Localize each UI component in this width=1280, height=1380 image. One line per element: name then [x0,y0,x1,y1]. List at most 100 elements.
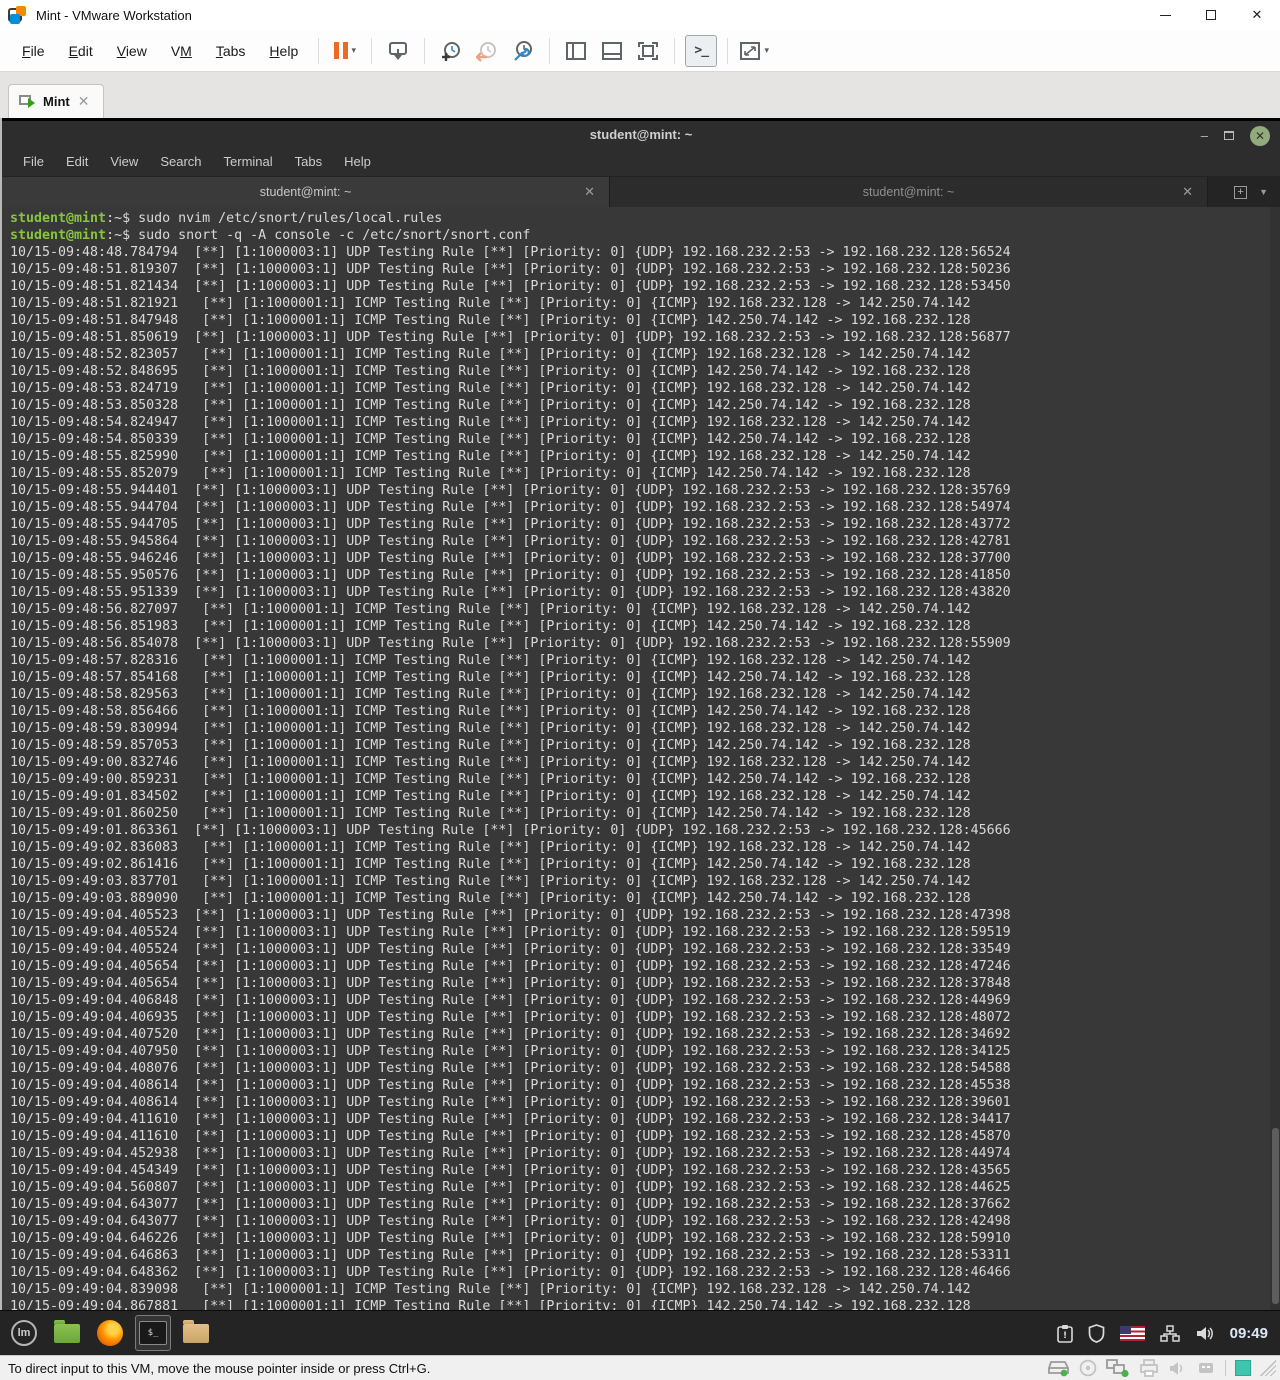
clipboard-tray-icon[interactable]: ! [1057,1324,1073,1343]
window-maximize-button[interactable] [1188,0,1234,30]
log-line: 10/15-09:49:04.560807 [**] [1:1000003:1]… [10,1179,1280,1196]
log-line: 10/15-09:49:01.863361 [**] [1:1000003:1]… [10,822,1280,839]
log-line: 10/15-09:49:00.859231 [**] [1:1000001:1]… [10,771,1280,788]
taskbar-terminal-icon[interactable]: $_ [135,1315,171,1351]
terminal-tab-2[interactable]: student@mint: ~ ✕ [610,177,1208,207]
log-line: 10/15-09:49:04.407950 [**] [1:1000003:1]… [10,1043,1280,1060]
log-line: 10/15-09:49:04.643077 [**] [1:1000003:1]… [10,1213,1280,1230]
menu-item-file[interactable]: File [12,154,55,169]
window-title: Mint - VMware Workstation [36,8,192,23]
vm-tab-close-icon[interactable]: ✕ [78,93,90,110]
taskbar-files-green-icon[interactable] [49,1315,85,1351]
terminal-tabbar: student@mint: ~ ✕ student@mint: ~ ✕ + ▼ [2,177,1280,207]
fit-guest-button[interactable]: ▾ [738,35,770,67]
mint-logo-icon: lm [11,1320,37,1346]
shield-tray-icon[interactable] [1088,1324,1105,1343]
volume-tray-icon[interactable] [1195,1325,1215,1342]
log-line: 10/15-09:48:55.946246 [**] [1:1000003:1]… [10,550,1280,567]
log-line: 10/15-09:48:51.847948 [**] [1:1000001:1]… [10,312,1280,329]
revert-snapshot-button[interactable] [471,35,503,67]
log-line: 10/15-09:48:56.854078 [**] [1:1000003:1]… [10,635,1280,652]
manage-snapshots-button[interactable] [507,35,539,67]
menu-item-file[interactable]: File [10,43,57,59]
log-line: 10/15-09:48:53.850328 [**] [1:1000001:1]… [10,397,1280,414]
log-line: 10/15-09:49:03.889090 [**] [1:1000001:1]… [10,890,1280,907]
menu-item-view[interactable]: View [105,43,159,59]
new-tab-icon[interactable]: + [1234,186,1247,199]
prompt-line: student@mint:~$ sudo snort -q -A console… [10,227,1280,244]
terminal-minimize-button[interactable]: – [1201,128,1208,143]
chevron-down-icon[interactable]: ▾ [351,45,356,56]
log-line: 10/15-09:49:04.408076 [**] [1:1000003:1]… [10,1060,1280,1077]
menu-item-vm[interactable]: VM [159,43,204,59]
taskbar-firefox-icon[interactable] [92,1315,128,1351]
log-line: 10/15-09:48:48.784794 [**] [1:1000003:1]… [10,244,1280,261]
log-line: 10/15-09:49:04.407520 [**] [1:1000003:1]… [10,1026,1280,1043]
printer-status-icon[interactable] [1139,1359,1159,1377]
menu-item-tabs[interactable]: Tabs [284,154,333,169]
terminal-window: student@mint: ~ – ✕ FileEditViewSearchTe… [0,118,1280,1310]
menu-item-help[interactable]: Help [333,154,382,169]
status-message: To direct input to this VM, move the mou… [8,1361,430,1376]
menu-item-search[interactable]: Search [149,154,212,169]
keyboard-layout-us-flag-icon[interactable] [1120,1326,1145,1341]
usb-status-icon[interactable] [1196,1359,1216,1377]
window-close-button[interactable]: ✕ [1234,0,1280,30]
harddisk-status-icon[interactable] [1048,1359,1070,1377]
log-line: 10/15-09:49:04.405524 [**] [1:1000003:1]… [10,941,1280,958]
tab-close-icon[interactable]: ✕ [584,184,595,200]
scrollbar-thumb[interactable] [1272,1128,1279,1304]
log-line: 10/15-09:49:04.411610 [**] [1:1000003:1]… [10,1128,1280,1145]
ctrl-alt-del-icon [387,41,409,61]
log-line: 10/15-09:49:04.643077 [**] [1:1000003:1]… [10,1196,1280,1213]
resize-grip[interactable] [1260,1360,1276,1376]
clock[interactable]: 09:49 [1230,1325,1268,1342]
menu-item-edit[interactable]: Edit [57,43,105,59]
open-console-button[interactable]: >_ [685,35,717,67]
snapshot-manage-icon [512,40,534,62]
log-line: 10/15-09:49:00.832746 [**] [1:1000001:1]… [10,754,1280,771]
terminal-title: student@mint: ~ [590,127,693,142]
show-thumbnail-bar-button[interactable] [596,35,628,67]
terminal-output: student@mint:~$ sudo nvim /etc/snort/rul… [10,210,1280,1310]
send-ctrl-alt-del-button[interactable] [382,35,414,67]
suspend-vm-button[interactable]: ▾ [329,35,361,67]
menu-item-tabs[interactable]: Tabs [204,43,258,59]
take-snapshot-button[interactable] [435,35,467,67]
tab-close-icon[interactable]: ✕ [1182,184,1193,200]
vm-running-icon [19,95,35,108]
sound-status-icon[interactable] [1168,1360,1187,1377]
terminal-restore-button[interactable] [1224,131,1234,140]
terminal-titlebar[interactable]: student@mint: ~ – ✕ [2,118,1280,147]
vm-tab-mint[interactable]: Mint ✕ [8,84,104,118]
terminal-tab-1[interactable]: student@mint: ~ ✕ [2,177,610,207]
terminal-output-area[interactable]: student@mint:~$ sudo nvim /etc/snort/rul… [2,207,1280,1310]
terminal-scrollbar[interactable] [1270,207,1280,1310]
chevron-down-icon[interactable]: ▾ [764,45,769,56]
message-log-icon[interactable] [1235,1360,1251,1376]
cdrom-status-icon[interactable] [1079,1359,1097,1377]
log-line: 10/15-09:49:02.836083 [**] [1:1000001:1]… [10,839,1280,856]
menu-item-edit[interactable]: Edit [55,154,99,169]
show-library-button[interactable] [560,35,592,67]
network-tray-icon[interactable] [1160,1325,1180,1342]
fullscreen-button[interactable] [632,35,664,67]
panel-bottom-icon [601,41,623,61]
log-line: 10/15-09:49:01.860250 [**] [1:1000001:1]… [10,805,1280,822]
terminal-close-button[interactable]: ✕ [1250,126,1270,146]
log-line: 10/15-09:48:51.821921 [**] [1:1000001:1]… [10,295,1280,312]
taskbar-folder-icon[interactable] [178,1315,214,1351]
menu-item-help[interactable]: Help [257,43,310,59]
log-line: 10/15-09:48:54.850339 [**] [1:1000001:1]… [10,431,1280,448]
menu-item-view[interactable]: View [99,154,149,169]
log-line: 10/15-09:48:55.950576 [**] [1:1000003:1]… [10,567,1280,584]
log-line: 10/15-09:48:57.854168 [**] [1:1000001:1]… [10,669,1280,686]
network-status-icon[interactable] [1106,1359,1130,1378]
window-minimize-button[interactable] [1142,0,1188,30]
menu-item-terminal[interactable]: Terminal [213,154,284,169]
log-line: 10/15-09:49:04.405654 [**] [1:1000003:1]… [10,958,1280,975]
vmware-workstation-window: Mint - VMware Workstation ✕ FileEditView… [0,0,1280,1380]
mint-menu-button[interactable]: lm [6,1315,42,1351]
tab-list-chevron-icon[interactable]: ▼ [1259,187,1268,197]
log-line: 10/15-09:49:04.454349 [**] [1:1000003:1]… [10,1162,1280,1179]
